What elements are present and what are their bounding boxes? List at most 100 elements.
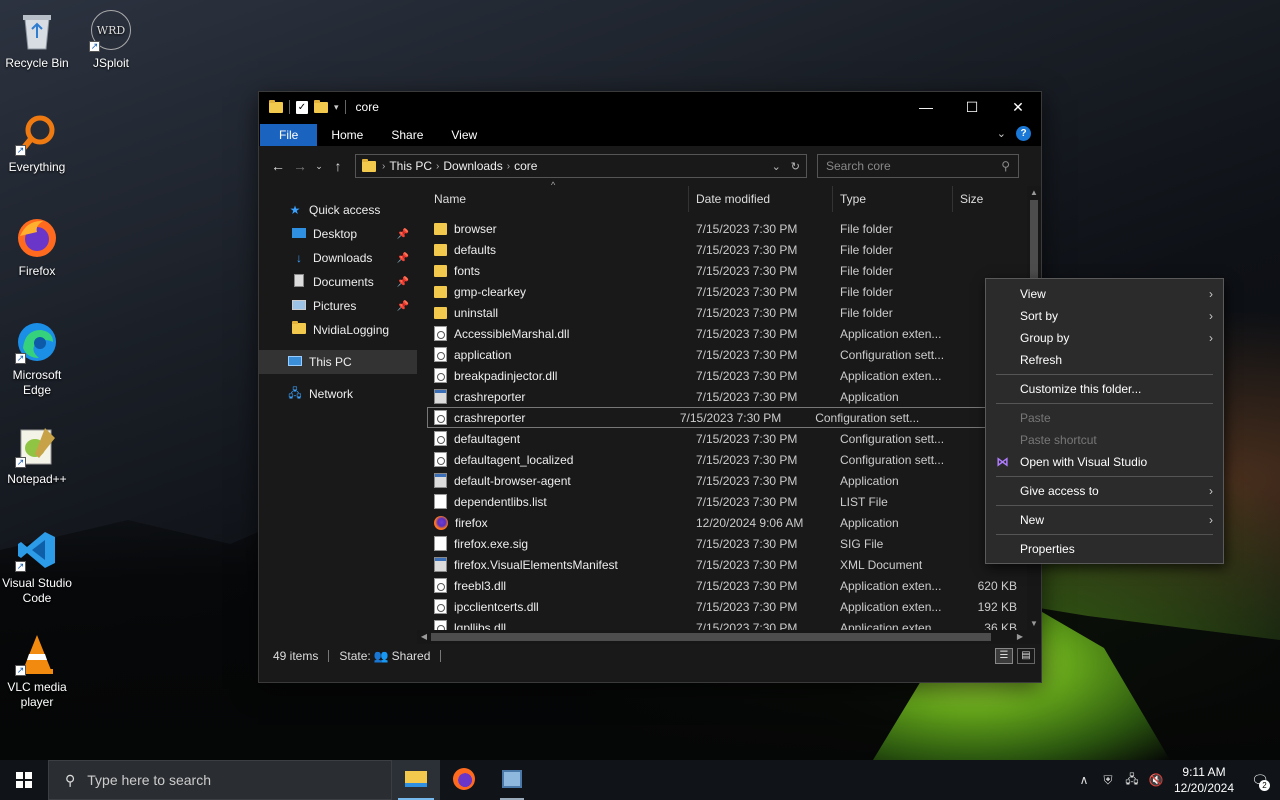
menu-item-paste[interactable]: Paste [986, 407, 1223, 429]
new-folder-icon[interactable] [314, 99, 328, 113]
file-row[interactable]: defaultagent 7/15/2023 7:30 PM Configurati… [427, 428, 1041, 449]
tab-view[interactable]: View [437, 124, 491, 146]
context-menu: View › Sort by › Group by › Refresh Customize t… [985, 278, 1224, 564]
scroll-left-icon[interactable]: ◀ [417, 630, 431, 644]
desktop-icon-edge[interactable]: ↗ Microsoft Edge [0, 320, 74, 398]
menu-item-properties[interactable]: Properties [986, 538, 1223, 560]
column-header-name[interactable]: Name [427, 186, 689, 212]
file-row[interactable]: application 7/15/2023 7:30 PM Configuratio… [427, 344, 1041, 365]
breadcrumb-separator-icon[interactable]: › [436, 161, 439, 172]
file-row[interactable]: fonts 7/15/2023 7:30 PM File folder [427, 260, 1041, 281]
column-header-date[interactable]: Date modified [689, 186, 833, 212]
nav-pictures[interactable]: Pictures 📌 [259, 294, 417, 318]
horizontal-scrollbar[interactable]: ◀ ▶ [417, 630, 1027, 644]
notification-center-button[interactable]: 🗨 2 [1240, 772, 1280, 791]
scroll-thumb[interactable] [431, 633, 991, 641]
menu-item-customize-this-folder[interactable]: Customize this folder... [986, 378, 1223, 400]
clock[interactable]: 9:11 AM 12/20/2024 [1168, 764, 1240, 796]
nav-documents[interactable]: Documents 📌 [259, 270, 417, 294]
taskbar-search-box[interactable]: ⚲ Type here to search [48, 760, 392, 800]
file-row[interactable]: breakpadinjector.dll 7/15/2023 7:30 PM App… [427, 365, 1041, 386]
file-row[interactable]: dependentlibs.list 7/15/2023 7:30 PM LIST … [427, 491, 1041, 512]
menu-separator [996, 374, 1213, 375]
desktop-icon-vscode[interactable]: ↗ Visual Studio Code [0, 528, 74, 606]
nav-nvidialogging[interactable]: NvidiaLogging [259, 318, 417, 342]
menu-item-paste-shortcut[interactable]: Paste shortcut [986, 429, 1223, 451]
desktop-icon-recycle-bin[interactable]: Recycle Bin [0, 8, 74, 71]
scroll-right-icon[interactable]: ▶ [1013, 630, 1027, 644]
nav-network[interactable]: 🖧 Network [259, 382, 417, 406]
file-row[interactable]: freebl3.dll 7/15/2023 7:30 PM Application … [427, 575, 1041, 596]
start-button[interactable] [0, 760, 48, 800]
menu-item-view[interactable]: View › [986, 283, 1223, 305]
refresh-icon[interactable]: ↻ [791, 160, 800, 173]
file-row[interactable]: browser 7/15/2023 7:30 PM File folder [427, 218, 1041, 239]
title-bar[interactable]: ✓ ▾ core — ☐ ✕ [259, 92, 1041, 122]
file-row[interactable]: uninstall 7/15/2023 7:30 PM File folder [427, 302, 1041, 323]
file-row[interactable]: firefox.VisualElementsManifest 7/15/2023 … [427, 554, 1041, 575]
breadcrumb-core[interactable]: core [514, 159, 537, 173]
up-arrow-icon[interactable]: ↑ [327, 158, 349, 174]
desktop-icon-notepadpp[interactable]: ↗ Notepad++ [0, 424, 74, 487]
file-row[interactable]: defaultagent_localized 7/15/2023 7:30 PM C… [427, 449, 1041, 470]
scroll-up-icon[interactable]: ▲ [1027, 188, 1041, 197]
volume-muted-icon[interactable]: 🔇 [1144, 773, 1168, 787]
file-row[interactable]: AccessibleMarshal.dll 7/15/2023 7:30 PM Ap… [427, 323, 1041, 344]
menu-item-open-with-visual-studio[interactable]: ⋈ Open with Visual Studio [986, 451, 1223, 473]
file-row[interactable]: defaults 7/15/2023 7:30 PM File folder [427, 239, 1041, 260]
column-header-size[interactable]: Size [953, 186, 1023, 212]
file-row[interactable]: crashreporter 7/15/2023 7:30 PM Configurat… [427, 407, 987, 428]
nav-this-pc[interactable]: This PC [259, 350, 417, 374]
breadcrumb-separator-icon[interactable]: › [507, 161, 510, 172]
desktop-icon-firefox[interactable]: Firefox [0, 216, 74, 279]
minimize-button[interactable]: — [903, 92, 949, 122]
security-icon[interactable]: ⛨ [1096, 773, 1120, 788]
forward-arrow-icon[interactable]: → [289, 158, 311, 174]
maximize-button[interactable]: ☐ [949, 92, 995, 122]
file-row[interactable]: crashreporter 7/15/2023 7:30 PM Applicatio… [427, 386, 1041, 407]
close-button[interactable]: ✕ [995, 92, 1041, 122]
show-hidden-icons-chevron-icon[interactable]: ∧ [1072, 773, 1096, 787]
desktop-icon-vlc[interactable]: ↗ VLC media player [0, 632, 74, 710]
back-arrow-icon[interactable]: ← [267, 158, 289, 174]
tab-home[interactable]: Home [317, 124, 377, 146]
tab-file[interactable]: File [260, 124, 318, 146]
nav-desktop[interactable]: Desktop 📌 [259, 222, 417, 246]
file-row[interactable]: ipcclientcerts.dll 7/15/2023 7:30 PM Appli… [427, 596, 1041, 617]
taskbar-firefox[interactable] [440, 760, 488, 800]
nav-quick-access[interactable]: ★ Quick access [259, 198, 417, 222]
address-bar[interactable]: › This PC › Downloads › core ⌄ ↻ [355, 154, 807, 178]
menu-item-group-by[interactable]: Group by › [986, 327, 1223, 349]
file-list-pane[interactable]: ^ Name Date modified Type Size browser 7/… [417, 180, 1041, 656]
large-icons-view-icon[interactable]: ▤ [1017, 648, 1035, 664]
tab-share[interactable]: Share [377, 124, 437, 146]
details-view-icon[interactable]: ☰ [995, 648, 1013, 664]
file-row[interactable]: gmp-clearkey 7/15/2023 7:30 PM File folder [427, 281, 1041, 302]
desktop-icon-everything[interactable]: ↗ Everything [0, 112, 74, 175]
menu-item-new[interactable]: New › [986, 509, 1223, 531]
file-row[interactable]: firefox.exe.sig 7/15/2023 7:30 PM SIG File [427, 533, 1041, 554]
taskbar-app[interactable] [488, 760, 536, 800]
customize-toolbar-chevron-icon[interactable]: ▾ [334, 102, 339, 113]
column-header-type[interactable]: Type [833, 186, 953, 212]
search-input[interactable]: Search core ⚲ [817, 154, 1019, 178]
properties-icon[interactable]: ✓ [296, 100, 308, 114]
firefox-icon [453, 767, 475, 793]
menu-item-sort-by[interactable]: Sort by › [986, 305, 1223, 327]
help-icon[interactable]: ? [1016, 126, 1031, 141]
desktop-icon-jsploit[interactable]: WRD ↗ JSploit [74, 8, 148, 71]
nav-downloads[interactable]: ↓ Downloads 📌 [259, 246, 417, 270]
recent-locations-chevron-icon[interactable]: ⌄ [311, 161, 327, 172]
breadcrumb-downloads[interactable]: Downloads [443, 159, 502, 173]
file-row[interactable]: default-browser-agent 7/15/2023 7:30 PM Ap… [427, 470, 1041, 491]
address-dropdown-chevron-icon[interactable]: ⌄ [772, 160, 781, 173]
breadcrumb-this-pc[interactable]: This PC [389, 159, 432, 173]
taskbar-file-explorer[interactable] [392, 760, 440, 800]
menu-item-give-access-to[interactable]: Give access to › [986, 480, 1223, 502]
file-row[interactable]: firefox 12/20/2024 9:06 AM Application [427, 512, 1041, 533]
network-icon[interactable]: 🖧 [1120, 770, 1144, 791]
breadcrumb-separator-icon[interactable]: › [382, 161, 385, 172]
scroll-down-icon[interactable]: ▼ [1027, 619, 1041, 628]
expand-ribbon-chevron-icon[interactable]: ⌄ [997, 127, 1006, 140]
menu-item-refresh[interactable]: Refresh [986, 349, 1223, 371]
